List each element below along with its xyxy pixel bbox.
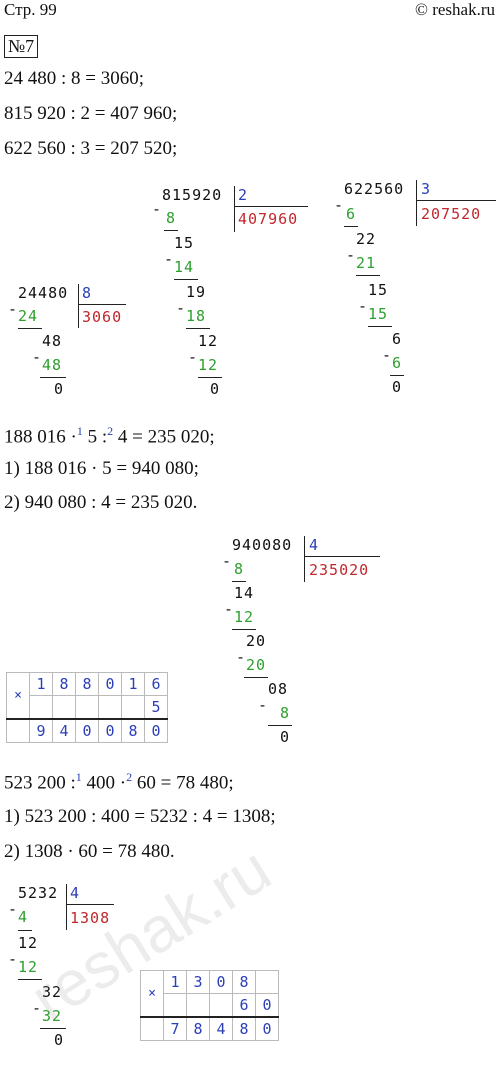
expression-3: 523 200 :1 400 ·2 60 = 78 480; — [4, 770, 234, 794]
quotient: 3060 — [82, 308, 123, 326]
step: 12 — [198, 332, 219, 350]
quotient: 207520 — [421, 205, 482, 223]
step: 6 — [346, 205, 357, 223]
step: 0 — [392, 378, 403, 396]
step: 12 — [18, 934, 39, 952]
step: 21 — [356, 254, 377, 272]
divisor: 2 — [238, 186, 249, 204]
quotient: 407960 — [238, 210, 299, 228]
step: 15 — [368, 305, 389, 323]
step: 48 — [42, 332, 63, 350]
step: 48 — [42, 356, 63, 374]
step: 20 — [246, 632, 267, 650]
dividend: 5232 — [18, 884, 59, 902]
step: 8 — [280, 704, 291, 722]
site-credit: © reshak.ru — [415, 0, 495, 19]
expression-2: 188 016 ·1 5 :2 4 = 235 020; — [4, 424, 215, 448]
dividend: 940080 — [232, 536, 293, 554]
step: 18 — [186, 307, 207, 325]
multiply-sign: × — [6, 672, 30, 720]
step: 08 — [268, 680, 289, 698]
step: 0 — [280, 728, 291, 746]
multiplication-188016: × 18 80 16 5 94 00 80 — [6, 672, 168, 743]
equation-2: 815 920 : 2 = 407 960; — [4, 103, 178, 124]
step: 0 — [210, 380, 221, 398]
step: 12 — [234, 608, 255, 626]
step: 24 — [18, 307, 39, 325]
dividend: 24480 — [18, 284, 69, 302]
divisor: 4 — [70, 884, 81, 902]
step: 4 — [18, 908, 29, 926]
step: 6 — [392, 330, 403, 348]
step-1: 1) 523 200 : 400 = 5232 : 4 = 1308; — [4, 806, 276, 827]
step: 8 — [166, 209, 177, 227]
task-number: №7 — [4, 35, 39, 58]
step: 12 — [198, 356, 219, 374]
equation-3: 622 560 : 3 = 207 520; — [4, 138, 178, 159]
step: 8 — [234, 560, 245, 578]
dividend: 815920 — [162, 186, 223, 204]
step: 14 — [234, 584, 255, 602]
divisor: 8 — [82, 284, 93, 302]
step-2: 2) 1308 · 60 = 78 480. — [4, 841, 175, 862]
step-2: 2) 940 080 : 4 = 235 020. — [4, 492, 198, 513]
divisor: 4 — [309, 536, 320, 554]
step: 15 — [368, 281, 389, 299]
step: 20 — [246, 656, 267, 674]
step: 22 — [356, 230, 377, 248]
equation-1: 24 480 : 8 = 3060; — [4, 68, 145, 89]
step: 0 — [54, 380, 65, 398]
dividend: 622560 — [344, 180, 405, 198]
step: 14 — [174, 258, 195, 276]
step-1: 1) 188 016 · 5 = 940 080; — [4, 458, 199, 479]
step: 19 — [186, 283, 207, 301]
step: 15 — [174, 234, 195, 252]
page-number: Стр. 99 — [4, 0, 57, 19]
divisor: 3 — [421, 180, 432, 198]
step: 6 — [392, 354, 403, 372]
quotient: 235020 — [309, 561, 370, 579]
